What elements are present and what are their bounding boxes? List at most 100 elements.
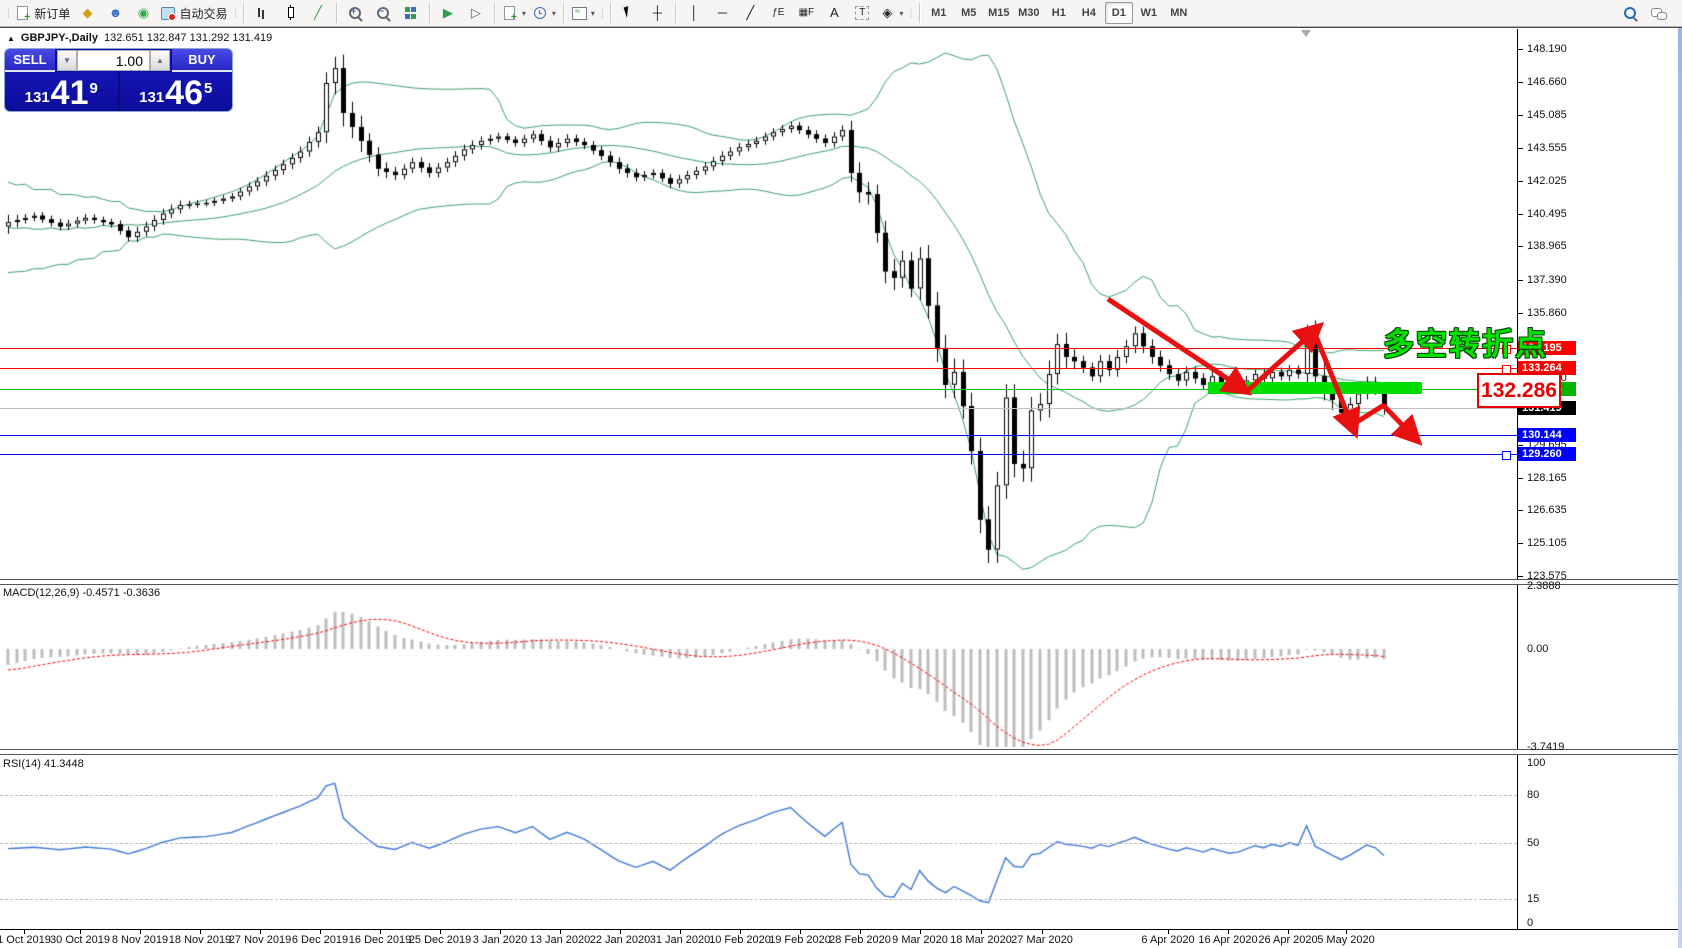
timeframe-button-m15[interactable]: M15 — [985, 2, 1013, 24]
periods-button[interactable]: ▾ — [529, 2, 559, 24]
rsi-scale-label: 50 — [1527, 837, 1540, 849]
chart-shift-button[interactable]: ▷ — [462, 2, 490, 24]
indicator-plus-icon: + — [502, 5, 518, 23]
buy-button[interactable]: BUY — [172, 49, 232, 72]
buy-price-sup: 5 — [204, 80, 213, 97]
separator — [610, 3, 612, 23]
cursor-button[interactable] — [615, 2, 643, 24]
price-tick-label: 126.635 — [1527, 504, 1567, 517]
price-level-line-130.144[interactable] — [0, 435, 1517, 437]
date-label: 27 Nov 2019 — [228, 934, 292, 946]
chat-button[interactable] — [1644, 2, 1672, 24]
separator — [562, 3, 564, 23]
line-chart-button[interactable]: ╱ — [304, 2, 332, 24]
shapes-button[interactable]: ◈ ▾ — [876, 2, 906, 24]
price-tick-label: 135.860 — [1527, 306, 1567, 319]
community-button[interactable]: ☻ — [101, 2, 129, 24]
price-tick-label: 140.495 — [1527, 207, 1567, 220]
volume-decrease-button[interactable]: ▼ — [57, 50, 77, 71]
rsi-scale-label: 15 — [1527, 893, 1540, 905]
trendline-button[interactable]: ╱ — [736, 2, 764, 24]
buy-price[interactable]: 131 46 5 — [119, 72, 232, 111]
trend-arrow[interactable] — [1106, 296, 1253, 396]
timeframe-button-w1[interactable]: W1 — [1135, 2, 1163, 24]
label-button[interactable]: T — [848, 2, 876, 24]
price-level-line-133.264[interactable] — [0, 368, 1517, 370]
volume-input[interactable]: 1.00 — [77, 50, 150, 71]
line-anchor-handle[interactable] — [1502, 451, 1511, 461]
chat-icon — [1650, 5, 1667, 21]
price-level-line-131.419[interactable] — [0, 407, 1517, 409]
date-label: 22 Jan 2020 — [589, 934, 651, 946]
chevron-down-icon: ▾ — [551, 8, 556, 18]
price-tick — [1517, 148, 1523, 150]
templates-button[interactable]: ▾ — [568, 2, 598, 24]
auto-trading-label: 自动交易 — [179, 6, 228, 21]
chart-window: 148.190 146.660 145.085 143.555 142.025 140.4… — [0, 27, 1682, 948]
price-level-label-129.260: 129.260 — [1518, 447, 1576, 462]
equidistant-channel-icon: ƒE — [772, 7, 785, 18]
zoom-out-button[interactable]: − — [369, 2, 397, 24]
date-label: 16 Apr 2020 — [1198, 934, 1258, 946]
timeframe-button-m1[interactable]: M1 — [925, 2, 953, 24]
pane-separator[interactable] — [0, 749, 1682, 755]
indicators-button[interactable]: + ▾ — [499, 2, 529, 24]
auto-scroll-button[interactable]: ▶ — [434, 2, 462, 24]
candlestick-button[interactable] — [276, 2, 304, 24]
price-level-line-134.195[interactable] — [0, 348, 1517, 350]
support-zone-rectangle[interactable] — [1208, 382, 1422, 394]
timeframe-button-d1[interactable]: D1 — [1104, 2, 1133, 24]
cursor-icon — [621, 4, 637, 21]
volume-increase-button[interactable]: ▲ — [150, 50, 170, 71]
chart-shift-icon: ▷ — [470, 5, 481, 20]
rsi-level-line — [0, 899, 1517, 900]
timeframe-button-h1[interactable]: H1 — [1045, 2, 1073, 24]
price-level-line-129.260[interactable] — [0, 454, 1517, 456]
text-button[interactable]: A — [820, 2, 848, 24]
price-tick-label: 148.190 — [1527, 43, 1567, 55]
crosshair-button[interactable]: ┼ — [643, 2, 671, 24]
timeframe-button-mn[interactable]: MN — [1165, 2, 1193, 24]
date-label: 10 Feb 2020 — [709, 934, 771, 946]
new-order-button[interactable]: + 新订单 — [12, 2, 73, 24]
separator — [675, 3, 677, 23]
symbol-direction-icon: ▲ — [7, 33, 15, 43]
timeframe-button-m30[interactable]: M30 — [1015, 2, 1043, 24]
brush-icon: ◆ — [82, 5, 93, 20]
vertical-line-button[interactable]: │ — [680, 2, 708, 24]
price-tick — [1517, 115, 1523, 117]
price-tick — [1517, 312, 1523, 314]
fibonacci-button[interactable]: ▦F — [792, 2, 820, 24]
sell-button[interactable]: SELL — [5, 49, 55, 72]
separator — [428, 3, 430, 23]
horizontal-line-button[interactable]: ─ — [708, 2, 736, 24]
sell-price[interactable]: 131 41 9 — [5, 72, 120, 111]
zoom-in-button[interactable]: + — [341, 2, 369, 24]
trend-arrows — [1106, 296, 1423, 446]
price-tick-label: 145.085 — [1527, 109, 1567, 122]
channel-button[interactable]: ƒE — [764, 2, 792, 24]
price-tag-132286[interactable]: 132.286 — [1477, 373, 1561, 408]
search-button[interactable] — [1616, 2, 1644, 24]
styler-button[interactable]: ◆ — [73, 2, 101, 24]
rsi-scale-label: 100 — [1527, 757, 1546, 769]
signals-button[interactable]: ◉ — [129, 2, 157, 24]
date-label: 6 Dec 2019 — [291, 934, 349, 946]
tile-windows-button[interactable] — [397, 2, 425, 24]
buy-price-prefix: 131 — [139, 89, 165, 106]
rsi-level-line — [0, 795, 1517, 796]
timeframe-button-m5[interactable]: M5 — [955, 2, 983, 24]
text-label-icon: T — [855, 6, 870, 20]
auto-trading-button[interactable]: 自动交易 — [157, 2, 230, 24]
pane-separator[interactable] — [0, 579, 1682, 585]
one-click-trading-panel: SELL ▼ 1.00 ▲ BUY 131 41 9 131 46 5 — [4, 48, 233, 112]
bar-chart-button[interactable] — [248, 2, 276, 24]
timeframe-button-h4[interactable]: H4 — [1075, 2, 1103, 24]
rsi-scale-label: 80 — [1527, 789, 1540, 801]
price-tick — [1517, 510, 1523, 512]
macd-scale-label: 0.00 — [1527, 643, 1549, 655]
trend-arrow[interactable] — [1381, 403, 1423, 446]
turning-point-note[interactable]: 多空转折点 — [1383, 319, 1548, 364]
date-label: 16 Dec 2019 — [348, 934, 412, 946]
symbol-ohlc-values: 132.651 132.847 131.292 131.419 — [103, 32, 273, 44]
